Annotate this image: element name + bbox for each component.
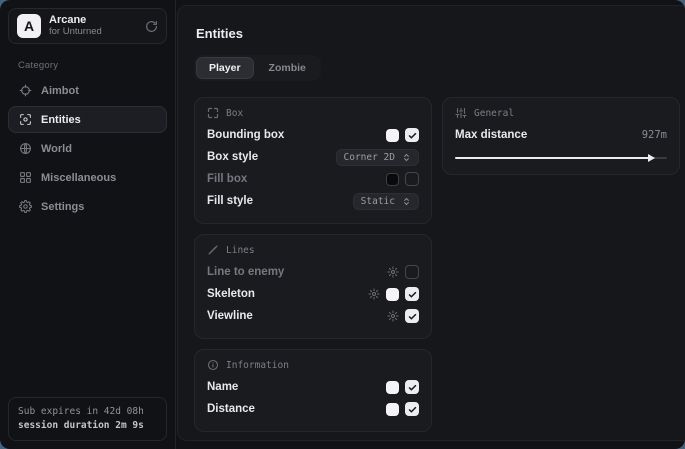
setting-row: Name (207, 376, 419, 398)
app-logo: A (17, 14, 41, 38)
slider-thumb[interactable] (648, 154, 655, 162)
gear-icon (19, 200, 32, 213)
setting-label: Viewline (207, 310, 387, 322)
max-distance-value: 927m (642, 129, 667, 141)
sidebar-item-entities[interactable]: Entities (8, 106, 167, 133)
subscription-status: Sub expires in 42d 08h session duration … (8, 397, 167, 442)
right-column: General Max distance 927m (442, 97, 680, 175)
card-title: Box (226, 108, 243, 119)
scan-icon (19, 113, 32, 126)
pencil-line-icon (207, 244, 219, 256)
brand-card: A Arcane for Unturned (8, 8, 167, 44)
checkbox[interactable] (405, 402, 419, 416)
setting-row: Bounding box (207, 124, 419, 146)
sidebar-item-label: World (41, 143, 72, 155)
app-name: Arcane (49, 14, 137, 27)
color-swatch[interactable] (386, 129, 399, 142)
entity-tabs: Player Zombie (194, 55, 321, 81)
box-corners-icon (207, 107, 219, 119)
globe-icon (19, 142, 32, 155)
checkbox[interactable] (405, 128, 419, 142)
sidebar-item-label: Settings (41, 201, 84, 213)
setting-row: Viewline (207, 305, 419, 327)
sidebar: A Arcane for Unturned Category Aimbot (0, 0, 176, 449)
checkbox[interactable] (405, 287, 419, 301)
sidebar-item-aimbot[interactable]: Aimbot (8, 77, 167, 104)
tab-zombie[interactable]: Zombie (256, 57, 319, 79)
setting-label: Fill box (207, 173, 386, 185)
sub-expires-text: Sub expires in 42d 08h (18, 405, 157, 419)
general-card: General Max distance 927m (442, 97, 680, 175)
setting-row: Fill box (207, 168, 419, 190)
chevron-up-down-icon (402, 153, 411, 162)
checkbox[interactable] (405, 172, 419, 186)
sidebar-item-label: Entities (41, 114, 81, 126)
setting-row: Skeleton (207, 283, 419, 305)
sidebar-item-label: Aimbot (41, 85, 79, 97)
setting-label: Line to enemy (207, 266, 387, 278)
card-title: General (474, 108, 514, 119)
sidebar-item-settings[interactable]: Settings (8, 193, 167, 220)
max-distance-slider[interactable] (455, 153, 667, 163)
setting-row: Fill style Static (207, 190, 419, 212)
info-icon (207, 359, 219, 371)
box-style-select[interactable]: Corner 2D (336, 149, 419, 166)
color-swatch[interactable] (386, 288, 399, 301)
checkbox[interactable] (405, 309, 419, 323)
page-title: Entities (196, 26, 680, 41)
setting-row: Max distance 927m (455, 124, 667, 146)
refresh-icon[interactable] (145, 20, 158, 33)
select-value: Corner 2D (344, 152, 395, 163)
color-swatch[interactable] (386, 403, 399, 416)
gear-icon[interactable] (387, 310, 399, 322)
left-column: Box Bounding box B (194, 97, 432, 432)
setting-row: Line to enemy (207, 261, 419, 283)
setting-label: Name (207, 381, 386, 393)
sidebar-item-miscellaneous[interactable]: Miscellaneous (8, 164, 167, 191)
checkbox[interactable] (405, 380, 419, 394)
gear-icon[interactable] (387, 266, 399, 278)
card-title: Lines (226, 245, 255, 256)
app-subtitle: for Unturned (49, 27, 137, 38)
setting-label: Bounding box (207, 129, 386, 141)
color-swatch[interactable] (386, 381, 399, 394)
category-label: Category (18, 60, 157, 71)
crosshair-icon (19, 84, 32, 97)
select-value: Static (361, 196, 395, 207)
box-card: Box Bounding box B (194, 97, 432, 224)
lines-card: Lines Line to enemy (194, 234, 432, 339)
fill-style-select[interactable]: Static (353, 193, 419, 210)
sidebar-item-world[interactable]: World (8, 135, 167, 162)
setting-row: Box style Corner 2D (207, 146, 419, 168)
main-area: Entities Player Zombie (176, 0, 685, 449)
grid-icon (19, 171, 32, 184)
setting-label: Fill style (207, 195, 353, 207)
main-panel: Entities Player Zombie (177, 5, 685, 441)
information-card: Information Name D (194, 349, 432, 432)
color-swatch[interactable] (386, 173, 399, 186)
app-window: A Arcane for Unturned Category Aimbot (0, 0, 685, 449)
slider-fill (455, 157, 652, 159)
setting-label: Skeleton (207, 288, 368, 300)
checkbox[interactable] (405, 265, 419, 279)
sliders-icon (455, 107, 467, 119)
card-title: Information (226, 360, 289, 371)
sidebar-nav: Aimbot Entities World (8, 77, 167, 220)
setting-row: Distance (207, 398, 419, 420)
session-duration-text: session duration 2m 9s (18, 419, 157, 433)
tab-player[interactable]: Player (196, 57, 254, 79)
setting-label: Distance (207, 403, 386, 415)
sidebar-item-label: Miscellaneous (41, 172, 116, 184)
chevron-up-down-icon (402, 197, 411, 206)
gear-icon[interactable] (368, 288, 380, 300)
setting-label: Box style (207, 151, 336, 163)
setting-label: Max distance (455, 129, 642, 141)
